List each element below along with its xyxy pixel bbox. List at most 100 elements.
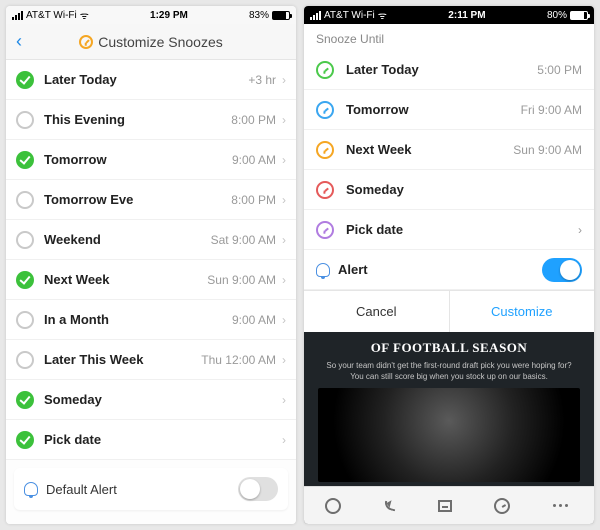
option-value: › (578, 223, 582, 237)
checkmark-icon (16, 271, 34, 289)
unchecked-icon (16, 351, 34, 369)
battery-pct: 80% (547, 10, 567, 21)
option-label: Tomorrow Eve (44, 192, 231, 207)
checkmark-icon (16, 391, 34, 409)
chevron-right-icon: › (282, 433, 286, 447)
option-value: 5:00 PM (537, 63, 582, 77)
snooze-option-row[interactable]: Next WeekSun 9:00 AM › (6, 260, 296, 300)
alert-toggle[interactable] (542, 258, 582, 282)
signal-icon (310, 11, 321, 20)
option-value: 9:00 AM (232, 153, 276, 167)
checkmark-icon (16, 431, 34, 449)
chevron-right-icon: › (282, 273, 286, 287)
option-value: Sun 9:00 AM (513, 143, 582, 157)
bell-icon (24, 482, 38, 496)
bell-icon (316, 263, 330, 277)
option-label: Tomorrow (346, 102, 521, 117)
snooze-option-row[interactable]: WeekendSat 9:00 AM› (6, 220, 296, 260)
clock-icon (316, 181, 334, 199)
more-icon[interactable] (553, 496, 573, 516)
snooze-until-row[interactable]: TomorrowFri 9:00 AM (304, 90, 594, 130)
alert-row[interactable]: Alert (304, 250, 594, 290)
status-bar: AT&T Wi-Fi ᯤ 2:11 PM 80% (304, 6, 594, 24)
option-value: Fri 9:00 AM (521, 103, 582, 117)
alert-toggle[interactable] (238, 477, 278, 501)
mark-read-icon[interactable] (325, 498, 341, 514)
battery-icon (272, 11, 290, 20)
reply-icon[interactable] (383, 500, 397, 511)
snooze-until-row[interactable]: Someday (304, 170, 594, 210)
option-label: Later This Week (44, 352, 201, 367)
alert-label: Alert (338, 262, 542, 277)
nav-header: ‹ Customize Snoozes (6, 24, 296, 60)
snooze-icon[interactable] (494, 498, 510, 514)
signal-icon (12, 11, 23, 20)
customize-snoozes-screen: AT&T Wi-Fi ᯤ 1:29 PM 83% ‹ Customize Sno… (6, 6, 296, 524)
sheet-title: Snooze Until (304, 24, 594, 50)
option-label: Someday (346, 182, 582, 197)
snooze-until-row[interactable]: Pick date› (304, 210, 594, 250)
promo-heading: OF FOOTBALL SEASON (320, 340, 578, 356)
clock-icon (316, 101, 334, 119)
unchecked-icon (16, 311, 34, 329)
option-value: Sat 9:00 AM (211, 233, 276, 247)
customize-button[interactable]: Customize (450, 291, 595, 332)
chevron-right-icon: › (282, 73, 286, 87)
back-button[interactable]: ‹ (16, 31, 22, 52)
option-label: Tomorrow (44, 152, 232, 167)
chevron-right-icon: › (282, 193, 286, 207)
snooze-until-row[interactable]: Later Today5:00 PM (304, 50, 594, 90)
option-label: Later Today (44, 72, 248, 87)
snooze-options-list[interactable]: Later Today+3 hr›This Evening8:00 PM›Tom… (6, 60, 296, 524)
snooze-until-row[interactable]: Next WeekSun 9:00 AM (304, 130, 594, 170)
option-value: Sun 9:00 AM (207, 273, 276, 287)
option-label: Pick date (44, 432, 276, 447)
default-alert-row[interactable]: Default Alert (14, 468, 288, 510)
snooze-option-row[interactable]: Later Today+3 hr › (6, 60, 296, 100)
snooze-sheet-screen: AT&T Wi-Fi ᯤ 2:11 PM 80% Snooze Until La… (304, 6, 594, 524)
option-value: +3 hr (248, 73, 276, 87)
unchecked-icon (16, 231, 34, 249)
wifi-icon: ᯤ (80, 8, 89, 22)
option-label: Next Week (44, 272, 207, 287)
snooze-option-row[interactable]: Tomorrow Eve8:00 PM › (6, 180, 296, 220)
option-value: Thu 12:00 AM (201, 353, 276, 367)
page-title: Customize Snoozes (79, 34, 223, 50)
snooze-option-row[interactable]: This Evening8:00 PM› (6, 100, 296, 140)
archive-icon[interactable] (438, 500, 452, 512)
option-value: 8:00 PM (231, 193, 276, 207)
unchecked-icon (16, 191, 34, 209)
chevron-right-icon: › (282, 233, 286, 247)
battery-pct: 83% (249, 10, 269, 21)
clock-icon (79, 35, 93, 49)
battery-icon (570, 11, 588, 20)
option-label: Someday (44, 392, 276, 407)
snooze-option-row[interactable]: In a Month9:00 AM› (6, 300, 296, 340)
email-content-behind: OF FOOTBALL SEASON So your team didn't g… (304, 332, 594, 524)
snooze-sheet: Snooze Until Later Today5:00 PMTomorrowF… (304, 24, 594, 332)
promo-block: OF FOOTBALL SEASON So your team didn't g… (304, 332, 594, 388)
snooze-option-row[interactable]: Pick date › (6, 420, 296, 460)
promo-body: So your team didn't get the first-round … (320, 360, 578, 382)
wifi-icon: ᯤ (378, 8, 387, 22)
clock-icon (316, 141, 334, 159)
chevron-right-icon: › (282, 113, 286, 127)
checkmark-icon (16, 151, 34, 169)
clock-label: 1:29 PM (89, 10, 249, 21)
clock-label: 2:11 PM (387, 10, 547, 21)
snooze-until-list: Later Today5:00 PMTomorrowFri 9:00 AMNex… (304, 50, 594, 250)
checkmark-icon (16, 71, 34, 89)
option-label: Later Today (346, 62, 537, 77)
chevron-right-icon: › (282, 313, 286, 327)
cancel-button[interactable]: Cancel (304, 291, 450, 332)
option-label: Pick date (346, 222, 578, 237)
chevron-right-icon: › (282, 153, 286, 167)
snooze-option-row[interactable]: Tomorrow9:00 AM › (6, 140, 296, 180)
snooze-option-row[interactable]: Later This WeekThu 12:00 AM › (6, 340, 296, 380)
carrier-label: AT&T Wi-Fi (26, 10, 77, 21)
email-toolbar (304, 486, 594, 524)
alert-label: Default Alert (46, 482, 117, 497)
chevron-right-icon: › (282, 353, 286, 367)
option-value: 8:00 PM (231, 113, 276, 127)
snooze-option-row[interactable]: Someday› (6, 380, 296, 420)
